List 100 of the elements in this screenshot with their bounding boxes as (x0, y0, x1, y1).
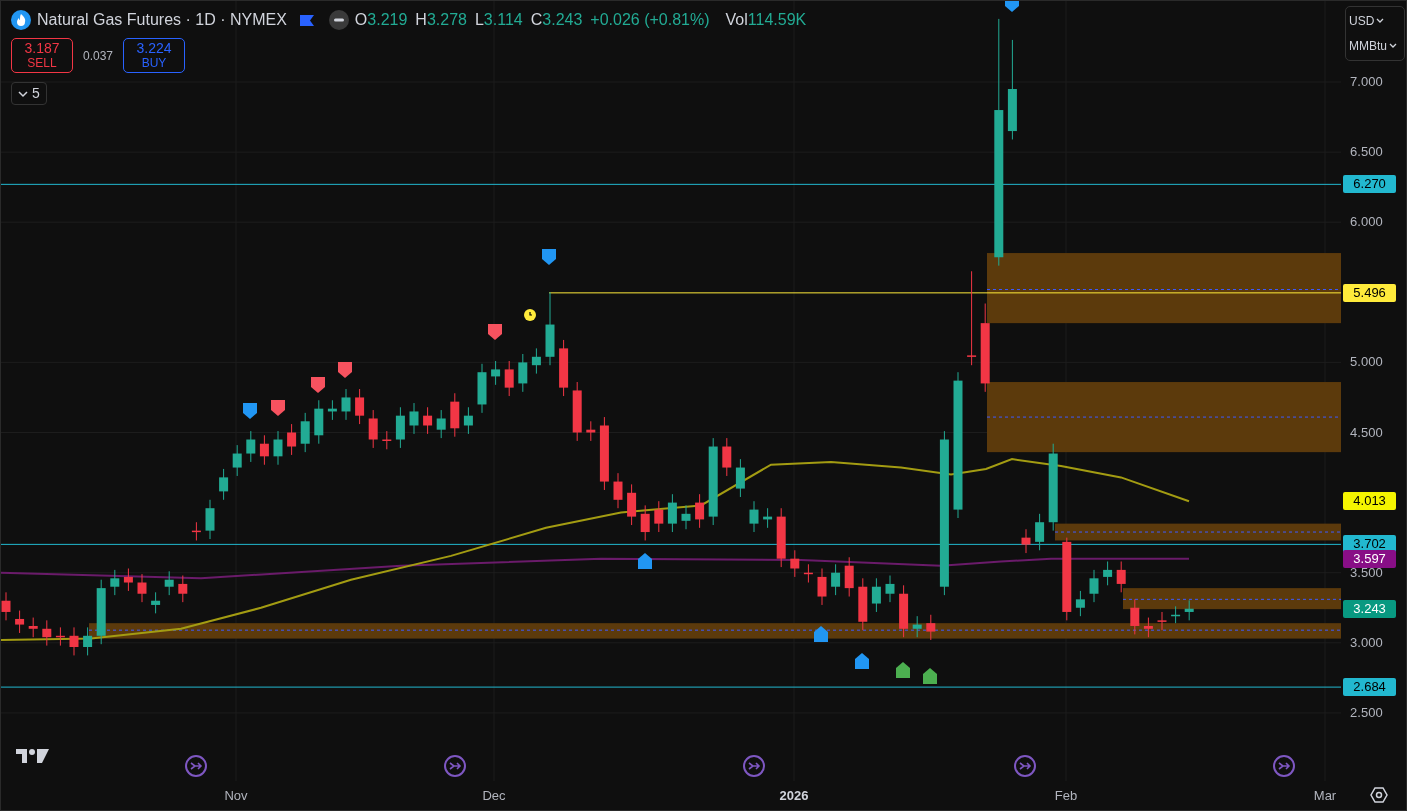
price-label: 3.597 (1343, 550, 1397, 569)
buy-button[interactable]: 3.224 BUY (123, 38, 186, 73)
candle (1116, 561, 1126, 593)
price-change: +0.026 (+0.81%) (590, 10, 710, 30)
candle (436, 409, 446, 439)
ohlc-value: H3.278 (415, 10, 467, 30)
price-tick: 3.000 (1350, 634, 1383, 653)
candle (314, 399, 324, 445)
up-marker-icon (923, 668, 937, 684)
candle (327, 399, 337, 421)
price-tick: 4.500 (1350, 423, 1383, 442)
symbol-title[interactable]: Natural Gas Futures · 1D · NYMEX (37, 8, 287, 32)
event-icon[interactable] (185, 755, 207, 777)
candle (763, 507, 773, 529)
price-tick: 2.500 (1350, 704, 1383, 723)
candle (232, 444, 242, 477)
flag-icon[interactable] (298, 13, 315, 27)
candle (858, 577, 868, 631)
price-tick: 6.500 (1350, 143, 1383, 162)
candle (667, 493, 677, 533)
chevron-icon (18, 89, 28, 98)
candle (899, 584, 909, 638)
candle (55, 626, 65, 647)
event-icon[interactable] (743, 755, 765, 777)
candle (1075, 590, 1085, 617)
candle (1171, 605, 1181, 624)
settings-icon[interactable] (1370, 786, 1388, 804)
candle (123, 568, 133, 592)
event-icon[interactable] (444, 755, 466, 777)
logo-icon[interactable] (16, 749, 49, 763)
price-label: 3.243 (1343, 599, 1397, 618)
volume-value: Vol114.59K (725, 10, 807, 30)
candle (871, 577, 881, 613)
event-icon[interactable] (1014, 755, 1036, 777)
candle (463, 406, 473, 435)
candle (749, 500, 759, 533)
time-label: 2026 (779, 787, 809, 805)
candle (831, 563, 841, 596)
candle (803, 563, 813, 583)
candle (409, 402, 419, 435)
candle (926, 614, 936, 641)
candle (205, 499, 215, 540)
chevron-icon (1376, 18, 1385, 25)
candle (790, 549, 800, 578)
candle (368, 409, 378, 449)
sell-button[interactable]: 3.187 SELL (11, 38, 73, 73)
candle (300, 412, 310, 453)
price-label: 4.013 (1343, 491, 1397, 510)
minus-icon[interactable] (328, 10, 349, 30)
candle (137, 573, 147, 603)
alarm-clock-icon (524, 309, 536, 321)
candle (69, 626, 79, 656)
down-marker-icon (542, 249, 556, 265)
candle (355, 388, 365, 425)
price-label: 2.684 (1343, 678, 1397, 697)
candle (477, 363, 487, 414)
candle (613, 472, 623, 509)
candle (1035, 513, 1045, 551)
candle (96, 579, 106, 645)
candle (178, 575, 188, 603)
price-tick: 6.000 (1350, 213, 1383, 232)
chevron-icon (1389, 42, 1397, 49)
candle (722, 437, 732, 477)
candle (627, 483, 637, 526)
ohlc-value: L3.114 (474, 10, 523, 30)
candle (1184, 599, 1194, 621)
event-icon[interactable] (1273, 755, 1295, 777)
unit-dropdown[interactable]: MMBtu (1349, 36, 1401, 55)
candle (1021, 528, 1031, 554)
candle (83, 626, 93, 656)
up-marker-icon (855, 653, 869, 669)
candle (191, 521, 201, 541)
candle (1089, 569, 1099, 603)
candle (42, 619, 52, 647)
candle (681, 504, 691, 530)
candle (586, 420, 596, 442)
candle (491, 360, 501, 386)
down-marker-icon (311, 377, 325, 393)
down-marker-icon (488, 324, 502, 340)
candle (1143, 617, 1153, 638)
candle (246, 430, 256, 463)
candle (885, 575, 895, 603)
candle (518, 353, 528, 393)
candle (640, 504, 650, 541)
candle (817, 568, 827, 606)
up-marker-icon (814, 626, 828, 642)
currency-dropdown[interactable]: USD (1349, 12, 1401, 31)
ohlc-value: O3.219 (354, 10, 408, 30)
candle (110, 569, 120, 596)
candle (695, 493, 705, 529)
time-label: Nov (224, 787, 248, 805)
time-label: Feb (1054, 787, 1078, 805)
indicators-toggle[interactable]: 5 (11, 82, 47, 105)
spread-value: 0.037 (83, 47, 114, 65)
up-marker-icon (638, 553, 652, 569)
candle (423, 406, 433, 435)
candle (654, 500, 664, 533)
flame-logo-icon (11, 10, 31, 30)
price-tick: 7.000 (1350, 73, 1383, 92)
candle (531, 347, 541, 375)
